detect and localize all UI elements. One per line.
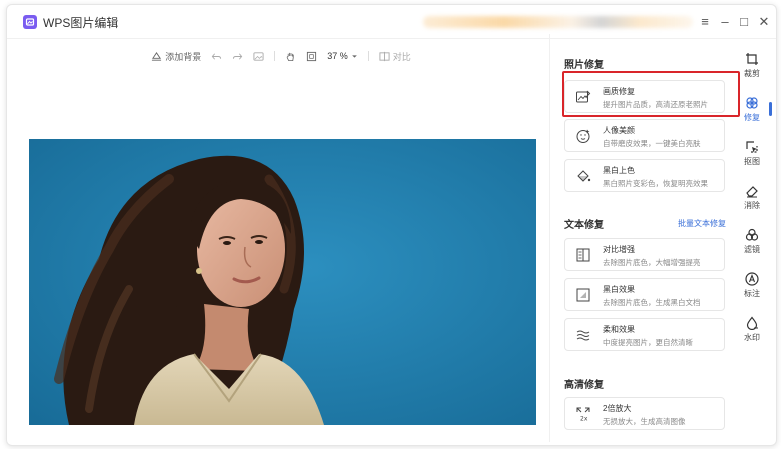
rail-item-crop[interactable]: 裁剪 (733, 52, 771, 79)
hand-icon (287, 52, 294, 61)
rail-item-cutout[interactable]: 抠图 (733, 140, 771, 167)
highlight-box (562, 71, 740, 117)
close-button[interactable]: ✕ (756, 14, 772, 30)
compare-icon (379, 51, 390, 61)
rail-item-label: 滤镜 (744, 245, 760, 254)
card-soft-effect[interactable]: 柔和效果 中度提亮图片，更自然清晰 (564, 318, 725, 351)
card-desc: 无损放大，生成高清图像 (603, 417, 686, 426)
redo-icon (233, 52, 243, 60)
rail-item-label: 标注 (744, 289, 760, 298)
fit-screen-icon (307, 51, 317, 61)
rail-active-indicator (769, 102, 772, 116)
rail-item-label: 修复 (744, 113, 760, 122)
minimize-button[interactable]: – (717, 14, 733, 30)
card-bw-effect[interactable]: 黑白效果 去除图片底色，生成黑白文档 (564, 278, 725, 311)
card-title: 2倍放大 (603, 404, 632, 413)
add-background-button[interactable]: 添加背景 (151, 50, 201, 63)
chevron-down-icon (351, 54, 357, 58)
annotate-icon (745, 272, 759, 286)
svg-text:2x: 2x (580, 416, 588, 423)
card-desc: 黑白照片变彩色，恢复明亮效果 (603, 179, 708, 188)
zoom-select[interactable]: 37 % (327, 51, 358, 61)
bw-effect-icon (575, 287, 591, 303)
cutout-icon (745, 140, 759, 154)
menu-icon[interactable]: ≡ (697, 14, 713, 30)
app-title: WPS图片编辑 (43, 16, 119, 30)
eraser-icon (745, 184, 759, 198)
image-button[interactable] (253, 51, 264, 62)
fit-screen-button[interactable] (306, 51, 317, 62)
add-background-label: 添加背景 (165, 51, 202, 62)
card-title: 黑白效果 (603, 285, 635, 294)
portrait-photo (29, 139, 536, 425)
photo-canvas[interactable] (29, 139, 536, 425)
image-icon (253, 51, 264, 61)
crop-icon (745, 52, 759, 66)
filter-icon (745, 228, 759, 242)
hd-repair-title: 高清修复 (564, 380, 604, 391)
rail-item-repair[interactable]: 修复 (733, 96, 771, 123)
colorize-icon (575, 168, 591, 184)
compare-label: 对比 (392, 51, 411, 62)
card-colorize[interactable]: 黑白上色 黑白照片变彩色，恢复明亮效果 (564, 159, 725, 192)
toolbar-divider (274, 51, 276, 61)
hand-tool-button[interactable] (285, 51, 296, 62)
contrast-icon (575, 247, 591, 263)
background-icon (152, 51, 162, 61)
text-repair-title: 文本修复 (564, 220, 604, 231)
card-portrait-beauty[interactable]: 人像美颜 自带磨皮效果，一键美白亮肤 (564, 119, 725, 152)
redo-button[interactable] (232, 51, 243, 62)
editor-toolbar: 添加背景 37 % 对比 (7, 45, 555, 67)
rail-item-watermark[interactable]: 水印 (733, 316, 771, 343)
face-beauty-icon (575, 128, 591, 144)
batch-text-repair-link[interactable]: 批量文本修复 (678, 218, 726, 229)
rail-item-label: 裁剪 (744, 69, 760, 78)
card-title: 黑白上色 (603, 166, 635, 175)
toolbar-divider (367, 51, 369, 61)
card-title: 柔和效果 (603, 325, 635, 334)
blurred-banner (423, 16, 693, 28)
card-title: 人像美颜 (603, 126, 635, 135)
rail-item-filter[interactable]: 滤镜 (733, 228, 771, 255)
card-desc: 自带磨皮效果，一键美白亮肤 (603, 139, 701, 148)
repair-icon (745, 96, 759, 110)
card-2x-upscale[interactable]: 2x 2倍放大 无损放大，生成高清图像 (564, 397, 725, 430)
card-desc: 去除图片底色，大幅增强提亮 (603, 258, 701, 267)
rail-item-annotate[interactable]: 标注 (733, 272, 771, 299)
upscale-icon: 2x (575, 406, 591, 423)
compare-button[interactable]: 对比 (379, 50, 411, 63)
soft-effect-icon (575, 327, 591, 343)
card-contrast-enhance[interactable]: 对比增强 去除图片底色，大幅增强提亮 (564, 238, 725, 271)
undo-icon (212, 52, 222, 60)
card-title: 对比增强 (603, 245, 635, 254)
card-desc: 去除图片底色，生成黑白文档 (603, 298, 701, 307)
maximize-button[interactable]: □ (736, 14, 752, 30)
rail-item-label: 水印 (744, 333, 760, 342)
app-logo-icon (23, 15, 37, 29)
zoom-value: 37 % (327, 51, 348, 61)
watermark-icon (745, 316, 759, 331)
rail-item-eraser[interactable]: 消除 (733, 184, 771, 211)
card-desc: 中度提亮图片，更自然清晰 (603, 338, 693, 347)
photo-repair-title: 照片修复 (564, 60, 604, 71)
rail-item-label: 消除 (744, 201, 760, 210)
rail-item-label: 抠图 (744, 157, 760, 166)
tool-rail: 裁剪 修复 抠图 消除 滤镜 标注 水印 (733, 34, 772, 442)
undo-button[interactable] (211, 51, 222, 62)
